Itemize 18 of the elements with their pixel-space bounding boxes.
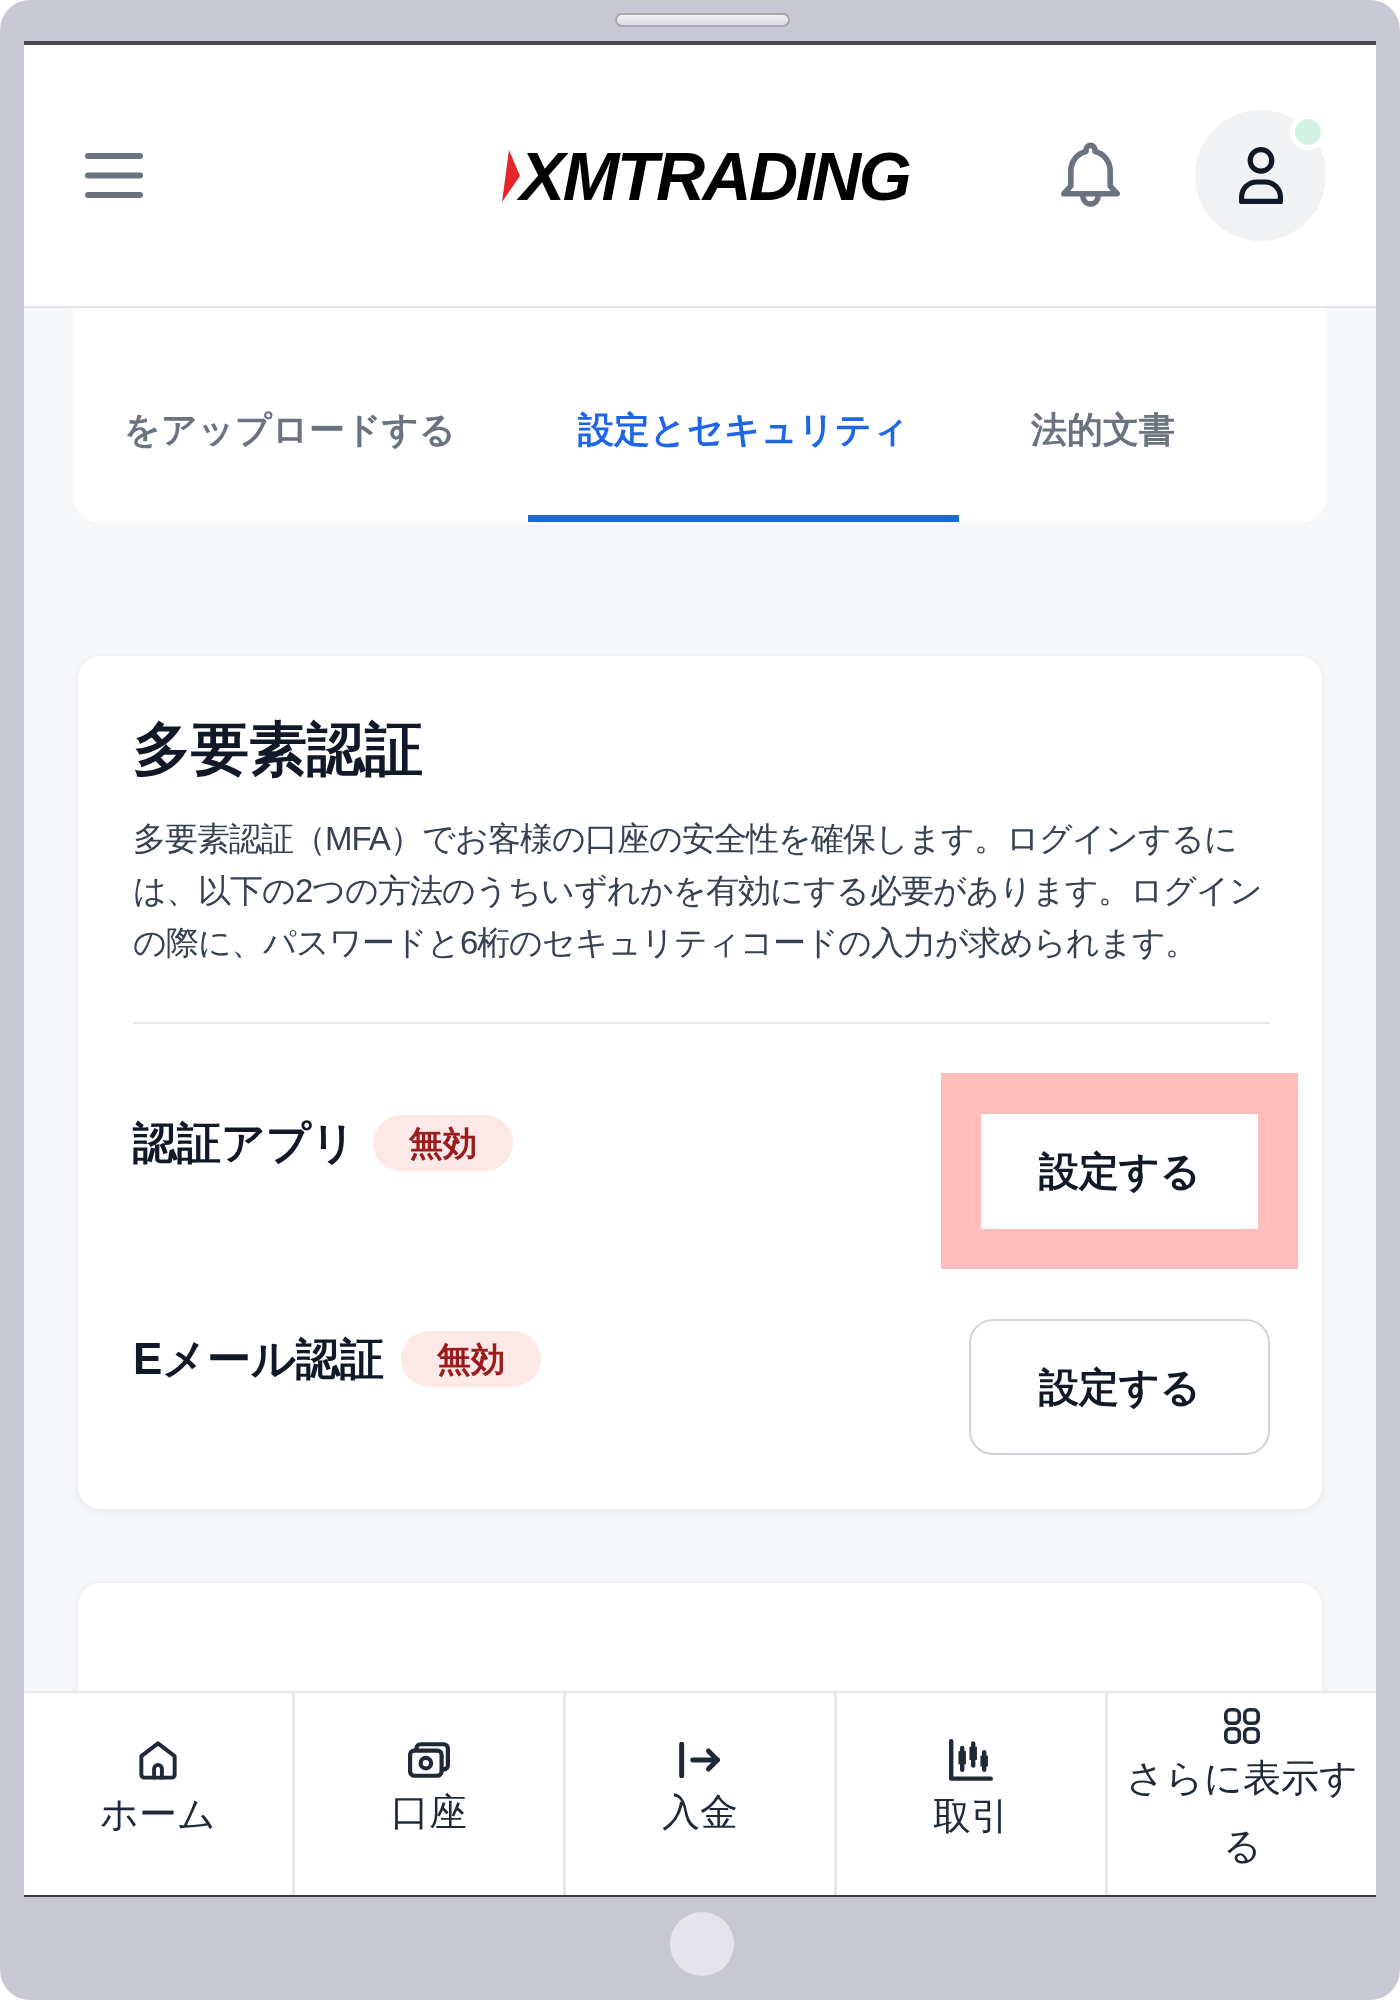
- tab[interactable]: 法的文書: [981, 308, 1225, 522]
- setup-button[interactable]: 設定する: [981, 1114, 1258, 1229]
- description-text: 多要素認証（MFA）でお客様の口座の安全性を確保します。ログインするには、以下の2つの方法のうちいずれかを有効にする必要があります。ログインの際に、パスワードと6桁のセキュリティコードの入力が求められます。: [133, 819, 1264, 963]
- status-badge: 無効: [401, 1331, 542, 1387]
- method-name: 認証アプリ: [133, 1117, 356, 1169]
- logo-text: XMTRADING: [519, 144, 910, 207]
- home-icon: [139, 1740, 177, 1780]
- section-title: 多要素認証: [133, 715, 424, 783]
- grid-icon: [1224, 1708, 1260, 1744]
- user-icon: [1238, 147, 1283, 204]
- menu-icon[interactable]: [85, 153, 143, 198]
- status-badge: 無効: [373, 1115, 513, 1171]
- tab[interactable]: をアップロードする: [74, 308, 506, 522]
- banknotes-icon: [408, 1742, 450, 1778]
- tab[interactable]: 設定とセキュリティ: [528, 308, 959, 522]
- method-name: Eメール認証: [133, 1333, 385, 1385]
- setup-button[interactable]: 設定する: [969, 1319, 1270, 1455]
- candlestick-chart-icon: [949, 1738, 993, 1782]
